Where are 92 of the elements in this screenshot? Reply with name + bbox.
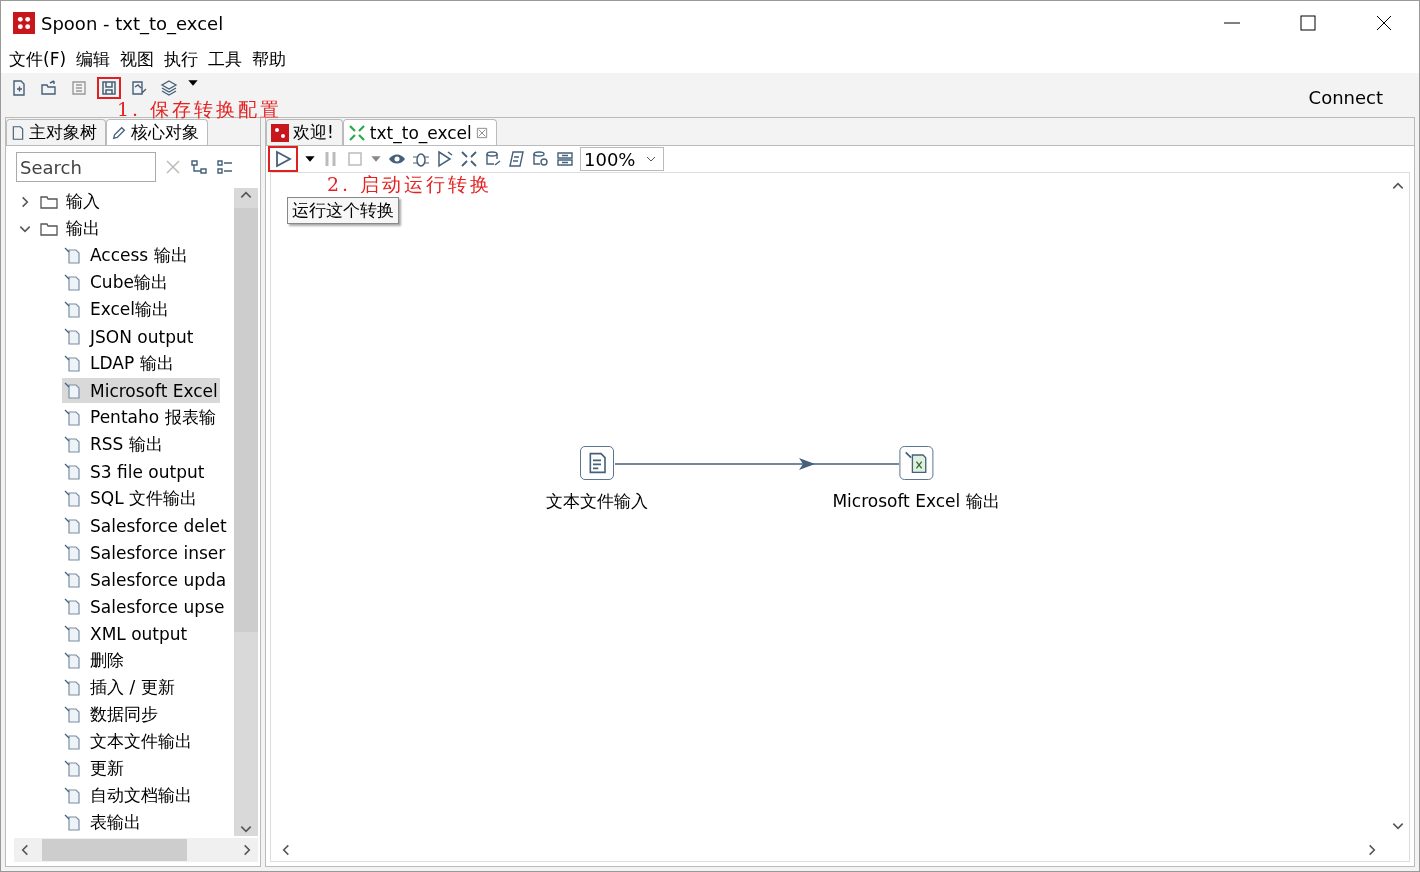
tree-item[interactable]: LDAP 输出 bbox=[62, 351, 176, 376]
panel-tab[interactable]: 主对象树 bbox=[6, 119, 106, 145]
step-icon bbox=[64, 435, 82, 454]
step-icon bbox=[64, 651, 82, 670]
step-label: 文本文件输入 bbox=[546, 490, 648, 513]
editor-tab[interactable]: 欢迎! bbox=[266, 119, 343, 145]
panel-tab[interactable]: 核心对象 bbox=[106, 119, 208, 145]
tree-item[interactable]: Salesforce upda bbox=[62, 567, 229, 592]
step-node[interactable] bbox=[580, 446, 614, 480]
tree-item[interactable]: Pentaho 报表输 bbox=[62, 405, 218, 430]
annotation-text: 1. 保存转换配置 bbox=[117, 100, 283, 119]
tree-item[interactable]: Cube输出 bbox=[62, 270, 170, 295]
menu-item[interactable]: 工具 bbox=[204, 47, 249, 71]
tree-item[interactable]: RSS 输出 bbox=[62, 432, 165, 457]
close-tab-icon[interactable] bbox=[475, 126, 488, 139]
step-icon bbox=[64, 597, 82, 616]
tree-item[interactable]: 表输出 bbox=[62, 810, 143, 835]
step-icon bbox=[64, 381, 82, 400]
step-icon bbox=[64, 408, 82, 427]
app-logo-icon bbox=[13, 12, 35, 34]
maximize-icon bbox=[1299, 14, 1317, 32]
editor-tab[interactable]: txt_to_excel bbox=[342, 119, 497, 145]
step-icon bbox=[64, 813, 82, 832]
tooltip: 运行这个转换 bbox=[287, 197, 399, 224]
horizontal-scrollbar[interactable] bbox=[14, 838, 258, 862]
impact-icon[interactable] bbox=[484, 150, 502, 168]
pencil-icon bbox=[111, 124, 127, 141]
zoom-field[interactable]: 100% bbox=[580, 147, 665, 171]
tree-item[interactable]: JSON output bbox=[62, 324, 196, 349]
folder-label[interactable]: 输出 bbox=[66, 217, 100, 240]
tree-item[interactable]: Salesforce upse bbox=[62, 594, 227, 619]
step-label: Microsoft Excel 输出 bbox=[832, 490, 1000, 513]
tree-item[interactable]: 自动文档输出 bbox=[62, 783, 194, 808]
step-icon bbox=[64, 462, 82, 481]
search-field[interactable]: Search bbox=[16, 152, 156, 182]
window-title: Spoon - txt_to_excel bbox=[41, 12, 225, 34]
app-logo-icon bbox=[271, 123, 289, 142]
step-icon bbox=[64, 624, 82, 643]
step-icon bbox=[64, 678, 82, 697]
tree-item[interactable]: SQL 文件输出 bbox=[62, 486, 200, 511]
sql-icon[interactable] bbox=[508, 150, 526, 168]
connect-link[interactable]: Connect bbox=[1308, 87, 1383, 108]
step-icon bbox=[64, 246, 82, 265]
step-icon bbox=[64, 327, 82, 346]
step-icon bbox=[64, 273, 82, 292]
scrollbar[interactable] bbox=[234, 188, 258, 836]
step-icon bbox=[64, 705, 82, 724]
tree-item[interactable]: Access 输出 bbox=[62, 243, 190, 268]
menu-item[interactable]: 文件(F) bbox=[5, 47, 73, 71]
step-icon bbox=[64, 354, 82, 373]
menu-item[interactable]: 编辑 bbox=[72, 47, 117, 71]
tree-item[interactable]: Salesforce delet bbox=[62, 513, 229, 538]
run-button[interactable] bbox=[268, 146, 298, 172]
step-icon bbox=[64, 516, 82, 535]
tree-icon bbox=[11, 124, 25, 141]
replay-icon[interactable] bbox=[436, 150, 454, 168]
menu-item[interactable]: 帮助 bbox=[248, 47, 293, 71]
step-icon bbox=[64, 786, 82, 805]
tree-item[interactable]: Salesforce inser bbox=[62, 540, 228, 565]
list-icon[interactable] bbox=[216, 158, 234, 176]
menu-item[interactable]: 执行 bbox=[160, 47, 205, 71]
verify-icon[interactable] bbox=[460, 150, 478, 168]
grid-icon[interactable] bbox=[556, 150, 574, 168]
tree-item[interactable]: Microsoft Excel bbox=[62, 378, 220, 403]
play-icon bbox=[274, 150, 292, 168]
annotation-text: 2. 启动运行转换 bbox=[327, 175, 493, 194]
step-icon bbox=[64, 300, 82, 319]
tree-item[interactable]: 插入 / 更新 bbox=[62, 675, 177, 700]
transformation-icon bbox=[347, 123, 366, 142]
canvas[interactable]: 2. 启动运行转换 运行这个转换 文本文件输入 Microsoft Excel 输出 bbox=[270, 172, 1410, 862]
collapse-icon[interactable] bbox=[190, 158, 208, 176]
step-icon bbox=[64, 489, 82, 508]
step-node[interactable] bbox=[899, 446, 933, 480]
step-icon bbox=[64, 732, 82, 751]
stop-icon bbox=[346, 150, 364, 168]
tree-item[interactable]: Excel输出 bbox=[62, 297, 172, 322]
tree-item[interactable]: S3 file output bbox=[62, 459, 207, 484]
tree-item[interactable]: XML output bbox=[62, 621, 190, 646]
folder-label[interactable]: 输入 bbox=[66, 190, 100, 213]
explore-db-icon[interactable] bbox=[532, 150, 550, 168]
step-icon bbox=[64, 759, 82, 778]
spreadsheet-icon bbox=[904, 451, 928, 475]
step-icon bbox=[64, 570, 82, 589]
minimize-icon bbox=[1224, 22, 1240, 24]
debug-icon[interactable] bbox=[412, 150, 430, 168]
tree-item[interactable]: 数据同步 bbox=[62, 702, 160, 727]
tree-item[interactable]: 文本文件输出 bbox=[62, 729, 194, 754]
menu-item[interactable]: 视图 bbox=[116, 47, 161, 71]
tree-item[interactable]: 删除 bbox=[62, 648, 126, 673]
step-icon bbox=[64, 543, 82, 562]
tree-item[interactable]: 更新 bbox=[62, 756, 126, 781]
close-icon bbox=[1375, 14, 1393, 32]
